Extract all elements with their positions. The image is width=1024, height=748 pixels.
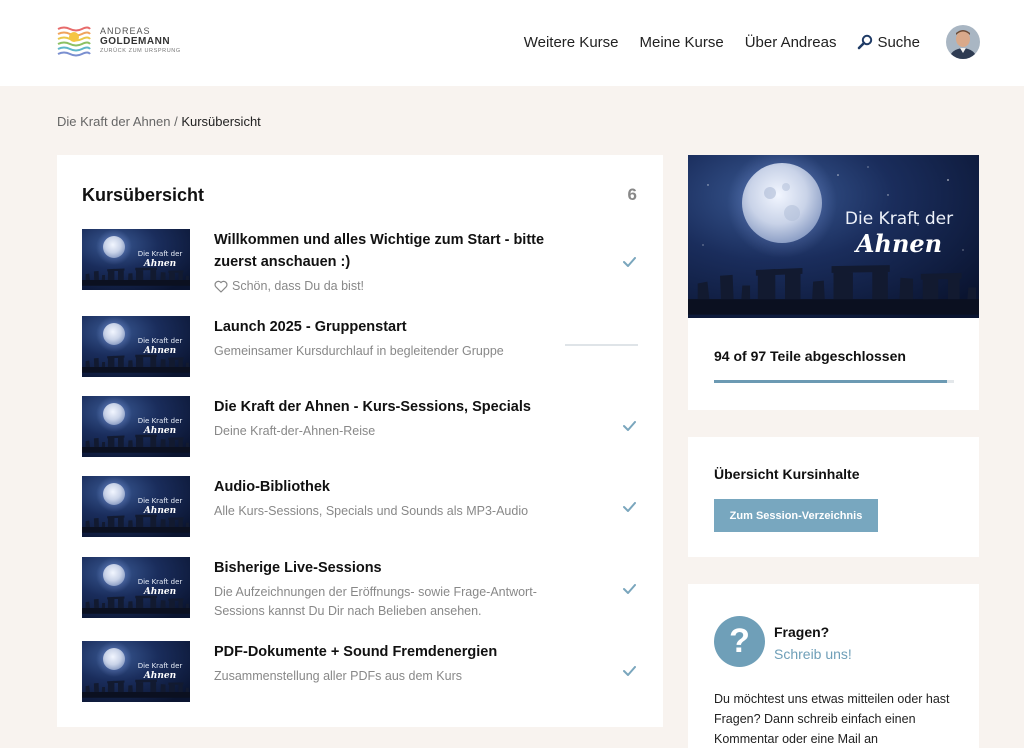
module-subtitle: Zusammenstellung aller PDFs aus dem Kurs: [214, 669, 463, 683]
check-icon: [623, 584, 636, 594]
module-thumbnail: Die Kraft der Ahnen: [82, 316, 190, 377]
overview-card: Übersicht Kursinhalte Zum Session-Verzei…: [688, 437, 979, 557]
help-card: ? Fragen? Schreib uns! Du möchtest uns e…: [688, 584, 979, 748]
module-title[interactable]: Bisherige Live-Sessions: [214, 557, 554, 579]
thumb-caption-line1: Die Kraft der: [138, 417, 183, 425]
progress-text: 94 of 97 Teile abgeschlossen: [714, 348, 906, 364]
thumb-caption-line1: Die Kraft der: [138, 662, 183, 670]
help-body-text: Du möchtest uns etwas mitteilen oder has…: [714, 692, 950, 746]
session-directory-button[interactable]: Zum Session-Verzeichnis: [714, 499, 878, 532]
logo-mark-icon: [56, 23, 92, 59]
thumb-caption-line2: Ahnen: [143, 506, 176, 516]
thumb-caption-line1: Die Kraft der: [138, 337, 183, 345]
module-count: 6: [627, 185, 637, 204]
check-icon: [623, 666, 636, 676]
module-subtitle: Schön, dass Du da bist!: [214, 277, 554, 296]
nav-search[interactable]: Suche: [857, 34, 920, 51]
module-title[interactable]: PDF-Dokumente + Sound Fremdenergien: [214, 641, 554, 663]
module-row[interactable]: Die Kraft der Ahnen Willkommen und alles…: [82, 229, 638, 299]
module-title[interactable]: Die Kraft der Ahnen - Kurs-Sessions, Spe…: [214, 396, 554, 418]
nav-search-label: Suche: [877, 33, 920, 51]
thumb-caption-line2: Ahnen: [143, 671, 176, 681]
module-row[interactable]: Die Kraft der Ahnen Audio-Bibliothek All…: [82, 476, 638, 537]
course-progress-fill: [714, 380, 947, 383]
breadcrumb: Die Kraft der Ahnen / Kursübersicht: [57, 114, 261, 129]
module-subtitle: Deine Kraft-der-Ahnen-Reise: [214, 424, 376, 438]
logo-last-name: GOLDEMANN: [100, 36, 171, 48]
main-nav: Weitere Kurse Meine Kurse Über Andreas S…: [503, 24, 980, 60]
module-row[interactable]: Die Kraft der Ahnen Die Kraft der Ahnen …: [82, 396, 638, 457]
thumb-caption-line2: Ahnen: [143, 346, 176, 356]
hero-caption-line1: Die Kraft der: [845, 209, 953, 229]
user-avatar[interactable]: [946, 25, 980, 59]
module-subtitle: Die Aufzeichnungen der Eröffnungs- sowie…: [214, 585, 537, 618]
question-icon: ?: [714, 616, 765, 667]
module-title[interactable]: Launch 2025 - Gruppenstart: [214, 316, 554, 338]
module-subtitle: Gemeinsamer Kursdurchlauf in begleitende…: [214, 344, 504, 358]
module-thumbnail: Die Kraft der Ahnen: [82, 229, 190, 290]
check-icon: [623, 502, 636, 512]
check-icon: [623, 421, 636, 431]
course-hero-image: Die Kraft der Ahnen: [688, 155, 979, 318]
module-row[interactable]: Die Kraft der Ahnen PDF-Dokumente + Soun…: [82, 641, 638, 702]
breadcrumb-separator: /: [170, 114, 182, 129]
logo-text: ANDREAS GOLDEMANN ZURÜCK ZUM URSPRUNG: [100, 27, 181, 55]
overview-title: Übersicht Kursinhalte: [714, 466, 860, 482]
course-overview-title: Kursübersicht: [82, 185, 205, 205]
logo-first-name: ANDREAS: [100, 26, 151, 37]
nav-meine-kurse[interactable]: Meine Kurse: [640, 34, 724, 51]
module-subtitle-text: Schön, dass Du da bist!: [232, 279, 365, 293]
module-subtitle: Alle Kurs-Sessions, Specials und Sounds …: [214, 504, 529, 518]
check-icon: [623, 257, 636, 267]
module-progress-bar: [565, 344, 638, 346]
course-progress-card: 94 of 97 Teile abgeschlossen: [688, 318, 979, 410]
thumb-caption-line1: Die Kraft der: [138, 578, 183, 586]
module-thumbnail: Die Kraft der Ahnen: [82, 641, 190, 702]
thumb-caption-line2: Ahnen: [143, 587, 176, 597]
brand-logo[interactable]: ANDREAS GOLDEMANN ZURÜCK ZUM URSPRUNG: [56, 23, 181, 59]
module-row[interactable]: Die Kraft der Ahnen Bisherige Live-Sessi…: [82, 557, 638, 623]
site-header: ANDREAS GOLDEMANN ZURÜCK ZUM URSPRUNG We…: [0, 0, 1024, 86]
module-row[interactable]: Die Kraft der Ahnen Launch 2025 - Gruppe…: [82, 316, 638, 377]
module-thumbnail: Die Kraft der Ahnen: [82, 476, 190, 537]
course-overview-card: Kursübersicht 6 Die Kraft der Ahnen Will…: [57, 155, 663, 727]
breadcrumb-current: Kursübersicht: [181, 114, 261, 129]
nav-weitere-kurse[interactable]: Weitere Kurse: [524, 34, 619, 51]
heart-icon: [214, 280, 228, 293]
thumb-caption-line1: Die Kraft der: [138, 497, 183, 505]
thumb-caption-line2: Ahnen: [143, 259, 176, 269]
logo-tagline: ZURÜCK ZUM URSPRUNG: [100, 48, 181, 55]
module-title[interactable]: Willkommen und alles Wichtige zum Start …: [214, 229, 554, 273]
help-title: Fragen?: [774, 624, 830, 640]
contact-link[interactable]: Schreib uns!: [774, 646, 852, 662]
hero-caption-line2: Ahnen: [854, 229, 942, 258]
nav-ueber-andreas[interactable]: Über Andreas: [745, 34, 837, 51]
module-thumbnail: Die Kraft der Ahnen: [82, 557, 190, 618]
thumb-caption-line2: Ahnen: [143, 426, 176, 436]
search-icon: [858, 34, 873, 50]
breadcrumb-course-link[interactable]: Die Kraft der Ahnen: [57, 114, 170, 129]
module-title[interactable]: Audio-Bibliothek: [214, 476, 554, 498]
course-progress-bar: [714, 380, 954, 383]
module-thumbnail: Die Kraft der Ahnen: [82, 396, 190, 457]
thumb-caption-line1: Die Kraft der: [138, 250, 183, 258]
